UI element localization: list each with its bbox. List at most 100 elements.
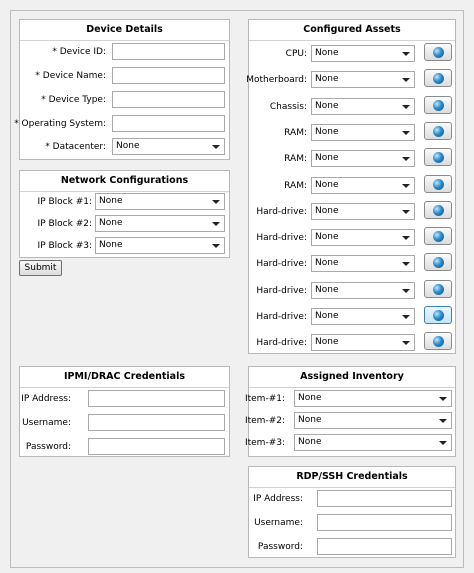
asset-row: Motherboard: None [246,69,455,89]
device-type-label: * Device Type: [41,95,106,105]
ipmi-password-input[interactable] [88,438,225,455]
asset-value: None [315,179,339,190]
asset-select[interactable]: None [311,202,415,220]
chevron-down-icon [402,341,410,346]
chevron-down-icon [212,145,220,149]
asset-row: RAM: None [249,121,455,142]
asset-lookup-button[interactable] [424,148,452,167]
globe-icon [433,336,444,348]
chevron-down-icon [402,315,410,319]
asset-lookup-button[interactable] [424,43,452,61]
asset-lookup-button[interactable] [424,253,452,272]
asset-lookup-button[interactable] [424,227,452,246]
globe-icon [433,283,444,295]
asset-label: CPU: [285,49,307,59]
globe-icon [433,231,444,243]
asset-label: RAM: [284,127,307,138]
device-id-input[interactable] [112,43,225,60]
asset-lookup-button[interactable] [424,121,452,140]
chevron-down-icon [402,78,410,83]
submit-button[interactable]: Submit [19,260,62,276]
datacenter-label: * Datacenter: [45,142,106,152]
asset-row: Hard-drive: None [249,227,455,247]
asset-label: Hard-drive: [256,259,307,270]
asset-label: RAM: [284,180,307,191]
asset-select[interactable]: None [311,150,415,168]
rdp-username-label: Username: [254,518,303,528]
operating-system-input[interactable] [112,115,225,132]
ip-block-2-select[interactable]: None [95,215,225,232]
network-config-title: Network Configurations [20,171,229,192]
asset-select[interactable]: None [311,308,415,325]
asset-select[interactable]: None [311,71,415,89]
chevron-down-icon [439,419,447,423]
rdp-password-row: Password: [249,538,455,556]
asset-select[interactable]: None [311,45,415,62]
rdp-password-input[interactable] [317,538,452,555]
asset-value: None [315,258,339,269]
asset-row: Hard-drive: None [249,279,455,300]
asset-lookup-button[interactable] [424,95,452,114]
device-name-label: * Device Name: [35,71,106,81]
asset-select[interactable]: None [311,255,415,273]
chevron-down-icon [402,130,410,135]
asset-select[interactable]: None [311,229,415,247]
device-id-row: * Device ID: [20,43,229,61]
asset-lookup-button[interactable] [424,200,452,219]
ipmi-username-input[interactable] [88,414,225,431]
asset-select[interactable]: None [311,176,415,194]
item-3-select[interactable]: None [294,434,452,451]
configured-assets-panel: Configured Assets CPU: None Motherboard: No… [246,19,456,354]
asset-lookup-button[interactable] [424,69,452,88]
asset-select[interactable]: None [311,281,415,299]
chevron-down-icon [212,222,220,226]
asset-label: Hard-drive: [256,338,307,349]
ip-block-1-value: None [99,196,123,206]
rdp-credentials-title: RDP/SSH Credentials [249,467,455,488]
ipmi-ip-input[interactable] [88,390,225,407]
asset-value: None [315,48,339,58]
item-2-label: Item-#2: [244,416,285,426]
asset-value: None [315,284,339,295]
asset-lookup-button[interactable] [424,306,452,324]
asset-value: None [315,100,339,111]
asset-label: Chassis: [269,101,307,112]
device-name-row: * Device Name: [20,67,229,85]
item-1-select[interactable]: None [294,390,452,407]
device-name-input[interactable] [112,67,225,84]
asset-select[interactable]: None [311,97,415,115]
item-1-label: Item-#1: [244,394,285,404]
rdp-credentials-panel: RDP/SSH Credentials IP Address: Username… [248,466,456,558]
asset-select[interactable]: None [311,334,415,352]
asset-value: None [315,205,339,216]
ipmi-password-row: Password: [20,438,229,456]
rdp-ip-input[interactable] [317,490,452,507]
item-2-select[interactable]: None [294,412,452,429]
ipmi-username-row: Username: [20,414,229,432]
asset-row: CPU: None [249,43,455,63]
asset-value: None [315,232,339,243]
rdp-password-label: Password: [257,542,303,552]
asset-select[interactable]: None [311,123,415,141]
rdp-username-input[interactable] [317,514,452,531]
device-type-input[interactable] [112,91,225,108]
asset-value: None [315,126,339,137]
asset-label: Hard-drive: [256,312,307,322]
chevron-down-icon [439,397,447,401]
ipmi-ip-label: IP Address: [21,394,71,404]
globe-icon [433,204,444,216]
asset-label: Hard-drive: [256,206,307,217]
ip-block-1-select[interactable]: None [95,193,225,210]
globe-icon [433,310,444,321]
asset-row: Hard-drive: None [249,332,455,352]
datacenter-select[interactable]: None [112,138,225,155]
chevron-down-icon [212,244,220,248]
device-type-row: * Device Type: [20,91,229,109]
asset-lookup-button[interactable] [424,279,452,298]
globe-icon [433,152,444,164]
ip-block-3-label: IP Block #3: [37,241,92,251]
asset-label: RAM: [284,154,307,165]
ip-block-3-select[interactable]: None [95,237,225,254]
asset-lookup-button[interactable] [424,174,452,193]
asset-lookup-button[interactable] [424,332,452,351]
